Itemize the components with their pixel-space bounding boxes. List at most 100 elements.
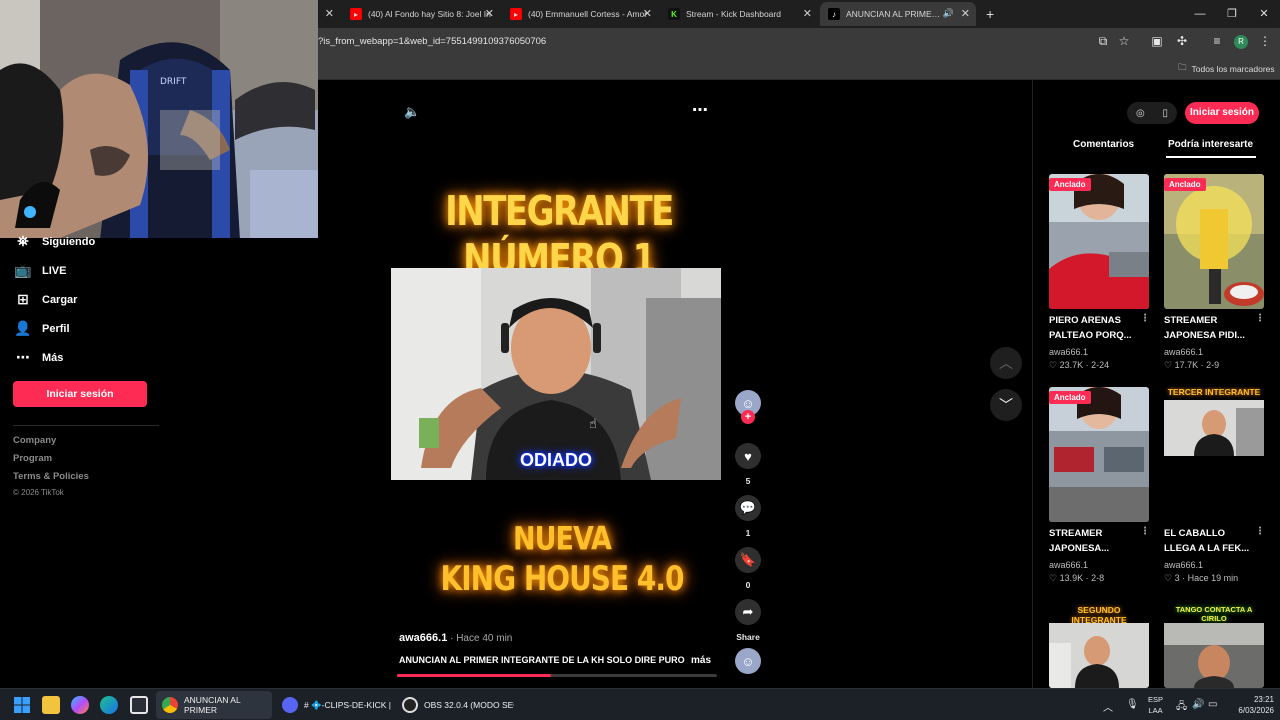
sidebar-item-profile[interactable]: 👤 Perfil xyxy=(14,320,69,337)
follow-plus-icon[interactable]: + xyxy=(741,410,755,424)
footer-link-program[interactable]: Program xyxy=(13,453,52,464)
card-author[interactable]: awa666.1 xyxy=(1049,560,1088,570)
close-icon[interactable]: ✕ xyxy=(325,7,334,20)
minimize-icon[interactable]: — xyxy=(1184,0,1216,28)
card-title[interactable]: STREAMER JAPONESA... xyxy=(1049,526,1143,556)
card-options-icon[interactable]: ⋮ xyxy=(1255,313,1265,324)
card-author[interactable]: awa666.1 xyxy=(1049,347,1088,357)
panel-divider xyxy=(1032,80,1033,688)
sidebar-item-live[interactable]: 📺 LIVE xyxy=(14,262,66,279)
card-options-icon[interactable]: ⋮ xyxy=(1255,526,1265,537)
tab-comments[interactable]: Comentarios xyxy=(1073,139,1134,150)
tray-chevron-up-icon[interactable]: ︿ xyxy=(1103,699,1113,714)
media-icon[interactable]: ≡ xyxy=(1210,34,1224,48)
card-author[interactable]: awa666.1 xyxy=(1164,347,1203,357)
previous-video-button[interactable]: ︿ xyxy=(990,347,1022,379)
network-icon[interactable]: 🖧 xyxy=(1176,699,1187,716)
new-tab-button[interactable]: + xyxy=(978,2,1000,26)
creator-avatar-button[interactable]: ☺ + xyxy=(734,390,762,424)
sidebar-item-following[interactable]: ⛯ Siguiendo xyxy=(14,233,95,250)
card-title[interactable]: EL CABALLO LLEGA A LA FEK... xyxy=(1164,526,1258,556)
save-button[interactable]: 🔖 0 xyxy=(734,547,762,590)
close-window-icon[interactable]: ✕ xyxy=(1248,0,1280,28)
system-clock[interactable]: 23:21 6/03/2026 xyxy=(1226,694,1274,716)
close-icon[interactable]: ✕ xyxy=(643,7,652,20)
copilot-icon[interactable] xyxy=(71,696,89,714)
edge-icon[interactable] xyxy=(100,696,118,714)
live-icon: 📺 xyxy=(14,262,32,278)
comment-button[interactable]: 💬 1 xyxy=(734,495,762,538)
device-icon[interactable]: ▯ xyxy=(1163,108,1169,119)
tab-kick[interactable]: K Stream - Kick Dashboard ✕ xyxy=(660,2,818,26)
battery-icon[interactable]: ▭ xyxy=(1208,699,1217,710)
file-explorer-icon[interactable] xyxy=(42,696,60,714)
video-progress-bar[interactable] xyxy=(397,674,717,677)
card-thumbnail[interactable]: Anclado xyxy=(1164,174,1264,309)
card-likes: 17.7K xyxy=(1174,360,1199,370)
next-video-button[interactable]: ﹀ xyxy=(990,389,1022,421)
card-thumbnail[interactable]: Anclado xyxy=(1049,174,1149,309)
microphone-icon[interactable]: 🎙 xyxy=(1126,699,1139,710)
close-icon[interactable]: ✕ xyxy=(485,7,494,20)
share-button[interactable]: ➦ Share xyxy=(734,599,762,642)
coin-icon[interactable]: ◎ xyxy=(1136,108,1145,119)
volume-tray-icon[interactable]: 🔊 xyxy=(1192,699,1204,710)
video-frame[interactable]: ODIADO xyxy=(391,268,721,480)
tab-recommended[interactable]: Podría interesarte xyxy=(1168,139,1253,150)
card-thumbnail[interactable]: TANGO CONTACTA A CIRILO xyxy=(1164,601,1264,688)
card-thumbnail[interactable]: TERCER INTEGRANTE xyxy=(1164,387,1264,522)
pinned-badge: Anclado xyxy=(1049,391,1091,404)
card-options-icon[interactable]: ⋮ xyxy=(1140,313,1150,324)
copyright-text: © 2026 TikTok xyxy=(13,488,64,497)
keyboard-layout: LAA xyxy=(1148,706,1163,715)
restore-icon[interactable]: ❐ xyxy=(1216,0,1248,28)
sidebar-item-label: LIVE xyxy=(42,264,67,277)
heart-outline-icon: ♡ xyxy=(1164,360,1175,370)
taskbar-app-discord[interactable]: # 💠-CLIPS-DE-KICK | C xyxy=(276,691,392,719)
windows-start-icon[interactable] xyxy=(13,696,31,714)
all-bookmarks-folder[interactable]: 🗀 Todos los marcadores xyxy=(1178,62,1275,76)
header-icon-group: ◎ ▯ xyxy=(1127,102,1177,124)
card-thumbnail[interactable]: Anclado xyxy=(1049,387,1149,522)
footer-link-company[interactable]: Company xyxy=(13,435,56,446)
header-login-button[interactable]: Iniciar sesión xyxy=(1185,102,1259,124)
sidebar-item-more[interactable]: ⋯ Más xyxy=(14,349,63,366)
tab-tiktok[interactable]: ♪ ANUNCIAN AL PRIMER INTE 🔊 ✕ xyxy=(820,2,976,26)
tab-youtube-1[interactable]: ▸ (40) Al Fondo hay Sitio 8: Joel In ✕ xyxy=(342,2,500,26)
cast-icon[interactable]: ▣ xyxy=(1150,34,1164,48)
install-app-icon[interactable]: ⧉ xyxy=(1096,34,1110,48)
card-title[interactable]: PIERO ARENAS PALTEAO PORQ... xyxy=(1049,313,1143,343)
bookmark-star-icon[interactable]: ☆ xyxy=(1117,34,1131,48)
footer-link-terms[interactable]: Terms & Policies xyxy=(13,471,89,482)
language-indicator[interactable]: ESP LAA xyxy=(1148,694,1163,716)
taskbar-app-chrome[interactable]: ANUNCIAN AL PRIMER xyxy=(156,691,272,719)
sidebar-item-upload[interactable]: ⊞ Cargar xyxy=(14,291,77,308)
sidebar-item-label: Cargar xyxy=(42,293,78,306)
more-icon: ⋯ xyxy=(16,349,30,365)
obs-icon xyxy=(402,697,418,713)
thumbnail-text: SEGUNDO INTEGRANTE xyxy=(1071,605,1127,625)
card-author[interactable]: awa666.1 xyxy=(1164,560,1203,570)
url-field[interactable]: ?is_from_webapp=1&web_id=755149910937605… xyxy=(318,36,546,47)
like-button[interactable]: ♥ 5 xyxy=(734,443,762,486)
caption-more-link[interactable]: más xyxy=(691,655,711,666)
login-button[interactable]: Iniciar sesión xyxy=(13,381,147,407)
tab-youtube-2[interactable]: ▸ (40) Emmanuell Cortess - Amor ✕ xyxy=(502,2,658,26)
sound-avatar-button[interactable]: ☺ xyxy=(734,648,762,674)
close-icon[interactable]: ✕ xyxy=(803,7,812,20)
close-icon[interactable]: ✕ xyxy=(961,7,970,20)
card-title[interactable]: STREAMER JAPONESA PIDI... xyxy=(1164,313,1258,343)
menu-kebab-icon[interactable]: ⋮ xyxy=(1258,34,1272,48)
video-author[interactable]: awa666.1 xyxy=(399,632,447,644)
volume-icon[interactable]: 🔈 xyxy=(404,104,420,120)
video-options-icon[interactable]: ⋯ xyxy=(692,100,708,120)
profile-avatar[interactable]: R xyxy=(1234,35,1248,49)
tab-partial[interactable]: ✕ xyxy=(318,2,340,26)
thumbnail-image xyxy=(1164,174,1264,309)
extensions-icon[interactable]: ✣ xyxy=(1175,34,1189,48)
card-options-icon[interactable]: ⋮ xyxy=(1140,526,1150,537)
speaker-icon[interactable]: 🔊 xyxy=(943,8,954,19)
taskbar-app-obs[interactable]: OBS 32.0.4 (MODO SEG xyxy=(396,691,514,719)
card-thumbnail[interactable]: SEGUNDO INTEGRANTE xyxy=(1049,601,1149,688)
store-icon[interactable] xyxy=(130,696,148,714)
